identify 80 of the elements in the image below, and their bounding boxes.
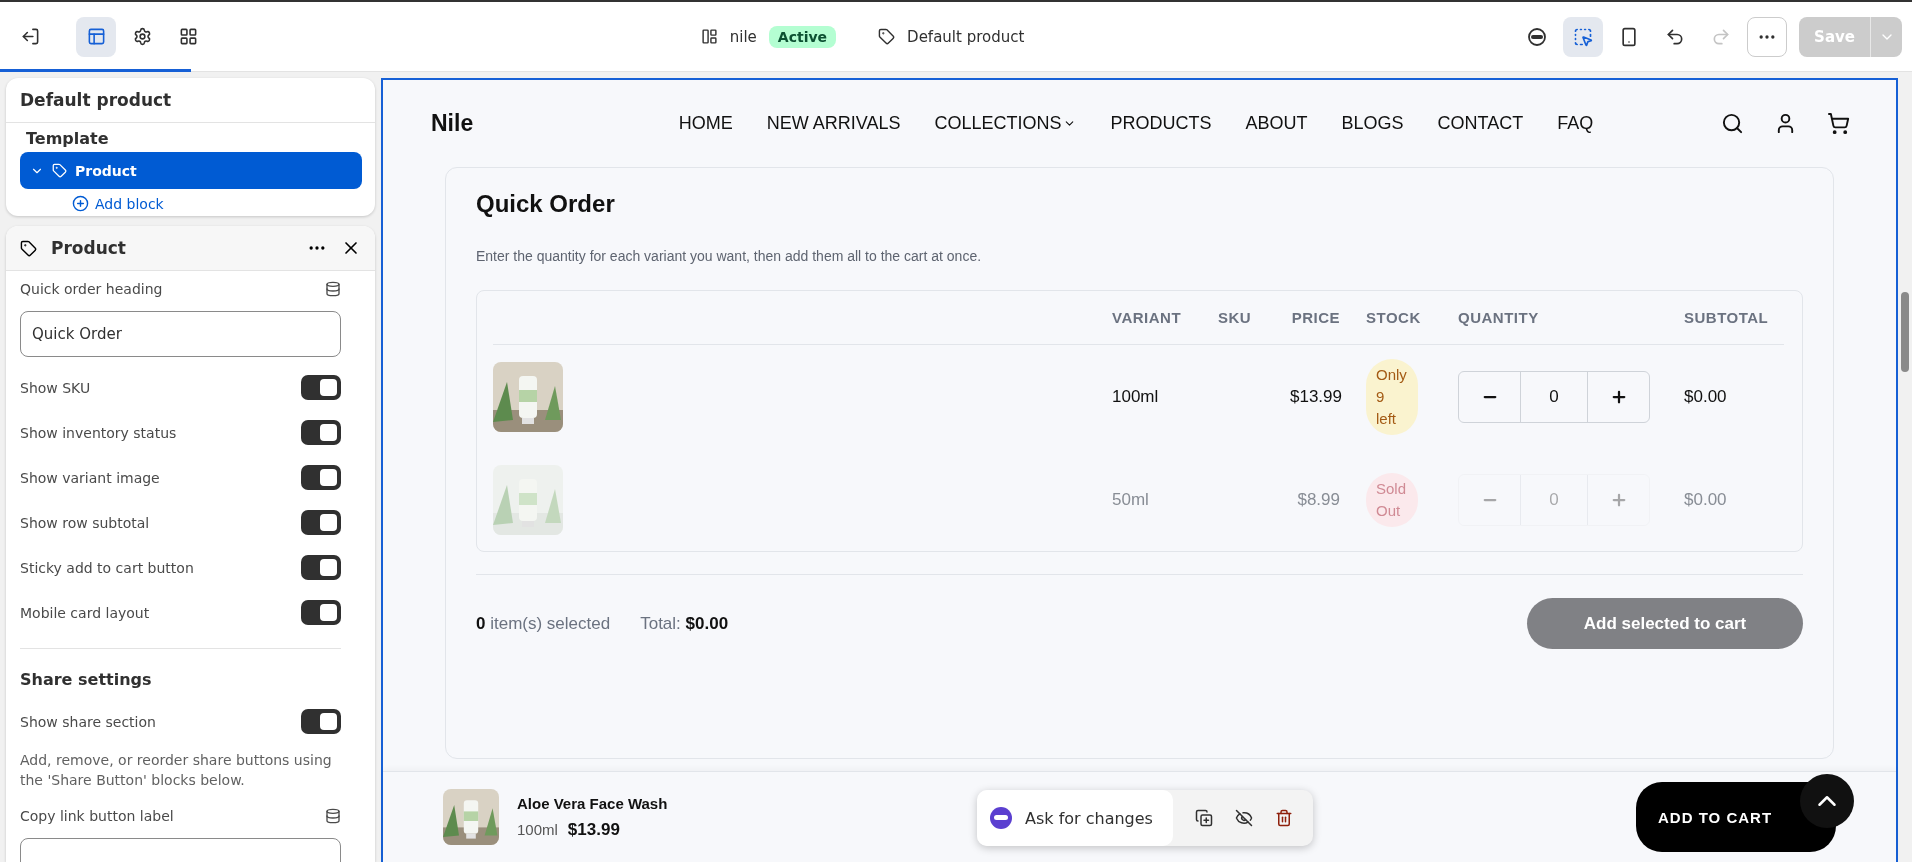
text-input[interactable]: Quick Order [20, 311, 341, 357]
theme-name: nile [729, 27, 757, 46]
add-to-cart-button[interactable]: ADD TO CART [1636, 782, 1836, 852]
ask-for-changes-button[interactable]: Ask for changes [977, 790, 1173, 846]
toggle-switch[interactable] [301, 420, 341, 445]
add-block-link[interactable]: Add block [72, 195, 164, 212]
toggle-label: Mobile card layout [20, 604, 150, 621]
column-header: SKU [1218, 309, 1253, 326]
toggle-switch[interactable] [301, 375, 341, 400]
product-name: Aloe Vera Face Wash [517, 794, 668, 812]
nav-link[interactable]: HOME [678, 113, 733, 134]
nav-link[interactable]: ABOUT [1245, 113, 1308, 134]
toggle-label: Show row subtotal [20, 514, 150, 531]
plus-circle-icon[interactable] [72, 195, 89, 212]
tag-icon [878, 28, 896, 45]
template-name: Default product [907, 27, 1025, 46]
section-title: Quick Order [476, 190, 616, 218]
nav-link[interactable]: PRODUCTS [1110, 113, 1212, 134]
variant-label: 100ml [517, 820, 558, 838]
price-cell-text: $8.99 [1296, 489, 1341, 510]
column-header: VARIANT [1112, 309, 1183, 326]
tag-icon [20, 239, 37, 257]
status-badge: Active [768, 25, 837, 48]
tag-icon[interactable] [52, 163, 67, 178]
toggle-switch[interactable] [301, 465, 341, 490]
subtotal-cell-text: $0.00 [1684, 386, 1728, 407]
sections-icon[interactable] [86, 27, 106, 46]
nav-link[interactable]: NEW ARRIVALS [766, 113, 901, 134]
column-header: STOCK [1366, 309, 1422, 326]
toggle-label: Sticky add to cart button [20, 559, 194, 576]
toggle-label: Show inventory status [20, 424, 177, 441]
toggle-label: Show variant image [20, 469, 160, 486]
column-header: SUBTOTAL [1684, 309, 1770, 326]
price-cell-text: $13.99 [1290, 386, 1343, 407]
help-text: Add, remove, or reorder share buttons using the 'Share Button' blocks below. [20, 751, 333, 790]
nav-link[interactable]: FAQ [1557, 113, 1594, 134]
select-pointer-icon[interactable] [1573, 26, 1594, 47]
toggle-switch[interactable] [301, 600, 341, 625]
toggle-switch[interactable] [301, 555, 341, 580]
cart-icon[interactable] [1827, 112, 1850, 135]
stock-badge: Sold Out [1366, 472, 1418, 527]
scrollbar-thumb[interactable] [1901, 292, 1909, 372]
toggle-switch[interactable] [301, 709, 341, 734]
copy-plus-icon[interactable] [1194, 809, 1213, 827]
toggle-label: Show share section [20, 713, 156, 730]
panel-title: Product [51, 238, 127, 258]
store-logo[interactable]: Nile [431, 110, 581, 137]
nav-link[interactable]: BLOGS [1341, 113, 1404, 134]
field-label: Copy link button label [20, 808, 174, 824]
column-header: QUANTITY [1458, 309, 1540, 326]
field-label: Quick order heading [20, 281, 163, 297]
quantity-stepper[interactable]: 0 [1458, 370, 1650, 423]
eye-off-icon[interactable] [1234, 809, 1253, 827]
total-amount: Total: $0.00 [640, 613, 729, 634]
section-label: Template [25, 128, 110, 150]
stock-badge: Only 9 left [1366, 358, 1418, 435]
subtotal-cell-text: $0.00 [1684, 489, 1728, 510]
database-icon[interactable] [325, 281, 341, 297]
toggle-switch[interactable] [301, 510, 341, 535]
nav-link[interactable]: COLLECTIONS [934, 113, 1077, 134]
product-price: $13.99 [567, 819, 620, 840]
sections-button[interactable] [76, 16, 116, 57]
nav-link[interactable]: CONTACT [1437, 113, 1524, 134]
selected-count: 0 item(s) selected [476, 613, 611, 634]
database-icon[interactable] [325, 808, 341, 824]
card-title: Default product [6, 78, 375, 123]
tree-item[interactable]: Product [20, 152, 362, 189]
section-heading: Share settings [20, 668, 153, 691]
layout-icon [700, 28, 718, 45]
trash-icon[interactable] [1274, 809, 1293, 827]
column-header: PRICE [1290, 309, 1341, 326]
variant-cell-text: 50ml [1112, 489, 1150, 510]
select-pointer-button[interactable] [1563, 16, 1604, 57]
toggle-label: Show SKU [20, 379, 91, 396]
apps-icon[interactable] [178, 27, 198, 46]
variant-cell-text: 100ml [1112, 386, 1160, 407]
settings-icon[interactable] [132, 27, 152, 46]
exit-icon[interactable] [20, 27, 40, 46]
search-icon[interactable] [1721, 112, 1744, 135]
section-description: Enter the quantity for each variant you want, then add them all to the cart at once. [476, 248, 983, 264]
